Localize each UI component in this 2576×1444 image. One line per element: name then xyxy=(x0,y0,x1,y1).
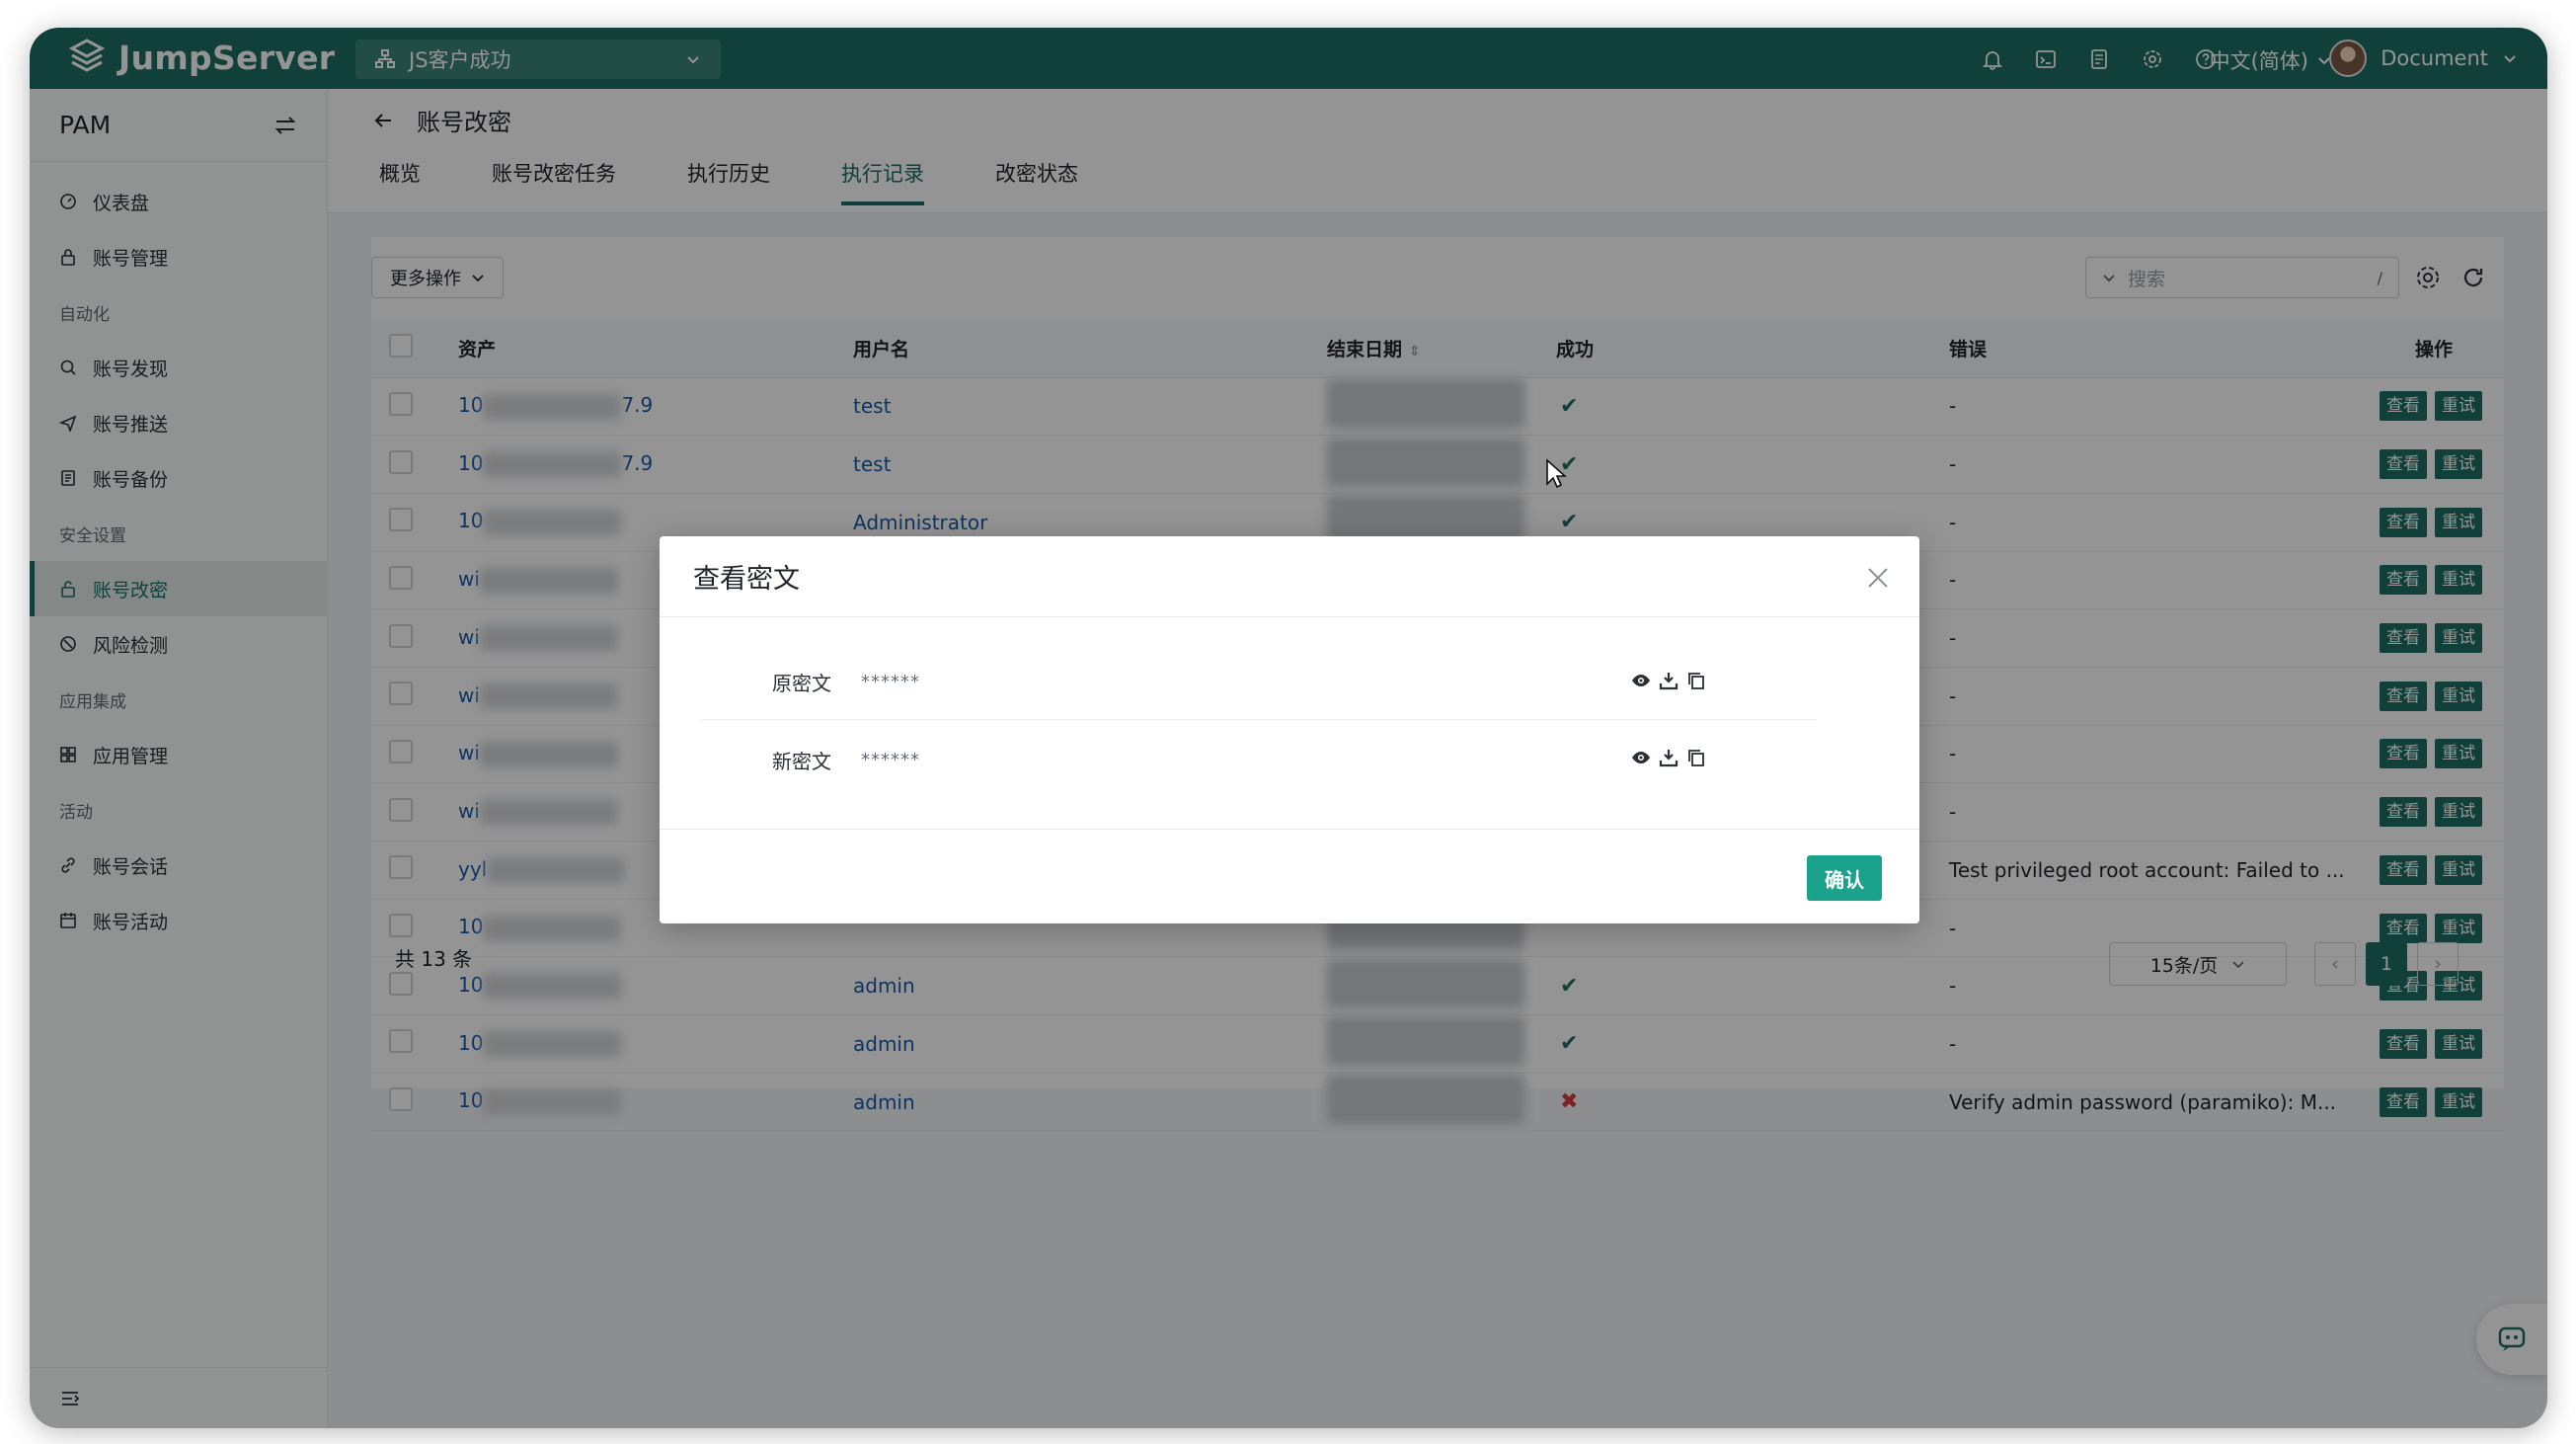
app-window: JumpServer JS客户成功 中文(简体) Document PAM 仪表… xyxy=(30,28,2547,1428)
old-secret-row: 原密文 ****** xyxy=(701,645,1817,720)
copy-icon[interactable] xyxy=(1686,671,1706,690)
new-secret-actions xyxy=(1631,748,1706,767)
old-secret-value: ****** xyxy=(861,672,920,692)
download-icon[interactable] xyxy=(1659,671,1678,690)
dialog-title: 查看密文 xyxy=(693,564,800,595)
eye-icon[interactable] xyxy=(1631,748,1651,767)
view-secret-dialog: 查看密文 原密文 ****** 新密文 ****** 确认 xyxy=(660,536,1919,923)
new-secret-label: 新密文 xyxy=(772,749,831,773)
new-secret-row: 新密文 ****** xyxy=(701,722,1817,797)
eye-icon[interactable] xyxy=(1631,671,1651,690)
download-icon[interactable] xyxy=(1659,748,1678,767)
confirm-button[interactable]: 确认 xyxy=(1807,855,1882,901)
mouse-cursor-icon xyxy=(1546,458,1567,489)
old-secret-label: 原密文 xyxy=(772,672,831,695)
close-icon[interactable] xyxy=(1866,566,1890,590)
new-secret-value: ****** xyxy=(861,749,920,770)
dialog-footer: 确认 xyxy=(660,829,1919,923)
old-secret-actions xyxy=(1631,671,1706,690)
dialog-header: 查看密文 xyxy=(660,536,1919,617)
copy-icon[interactable] xyxy=(1686,748,1706,767)
